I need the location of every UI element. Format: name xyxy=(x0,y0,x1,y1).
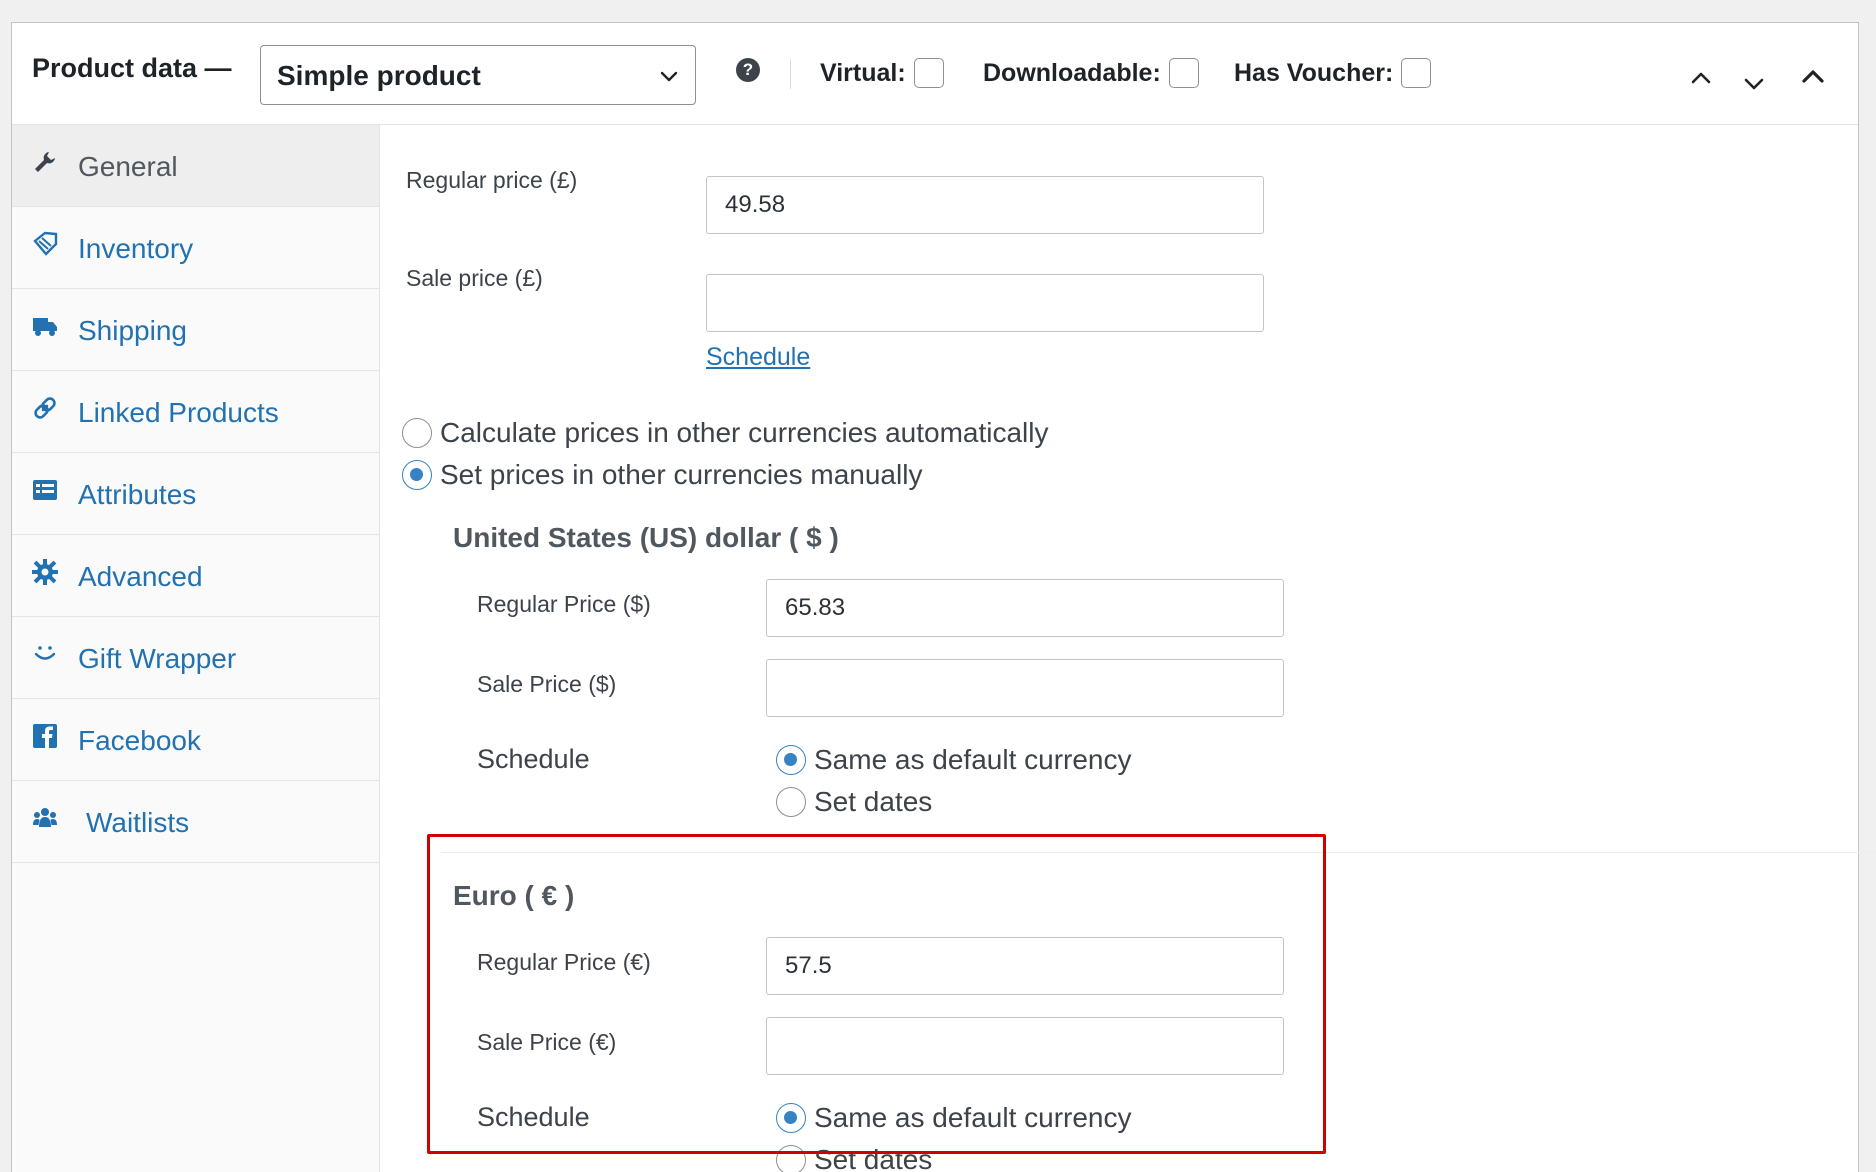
usd-schedule-same-option[interactable]: Same as default currency xyxy=(776,744,1132,776)
regular-price-input[interactable] xyxy=(706,176,1264,234)
wrench-icon xyxy=(35,152,55,172)
product-type-value: Simple product xyxy=(277,60,481,91)
currency-manual-radio[interactable] xyxy=(402,460,432,490)
general-panel: Regular price (£) Sale price (£) Schedul… xyxy=(381,125,1876,1172)
usd-regular-price-label: Regular Price ($) xyxy=(477,591,651,617)
downloadable-label: Downloadable: xyxy=(983,58,1161,87)
tab-label: Inventory xyxy=(78,233,194,264)
usd-sale-price-label: Sale Price ($) xyxy=(477,671,617,697)
users-icon xyxy=(33,808,57,827)
tab-label: Advanced xyxy=(78,561,203,592)
link-icon xyxy=(34,397,56,419)
truck-icon xyxy=(33,318,57,336)
tab-label: Facebook xyxy=(78,725,201,756)
usd-schedule-dates-label: Set dates xyxy=(814,786,933,817)
usd-section-title: United States (US) dollar ( $ ) xyxy=(453,522,839,553)
collapse-arrow-icon[interactable] xyxy=(1798,61,1828,91)
section-divider xyxy=(441,852,1876,853)
tab-label: Shipping xyxy=(78,315,187,346)
usd-sale-price-input[interactable] xyxy=(766,659,1284,717)
eur-schedule-dates-radio[interactable] xyxy=(776,1145,806,1172)
tab-advanced[interactable]: Advanced xyxy=(12,535,379,617)
sale-price-input[interactable] xyxy=(706,274,1264,332)
tab-inventory[interactable]: Inventory xyxy=(12,207,379,289)
eur-regular-price-label: Regular Price (€) xyxy=(477,949,651,975)
tab-label: Linked Products xyxy=(78,397,279,428)
usd-schedule-label: Schedule xyxy=(477,744,590,774)
eur-schedule-dates-option[interactable]: Set dates xyxy=(776,1144,932,1172)
downloadable-checkbox-row[interactable]: Downloadable: xyxy=(983,58,1199,88)
eur-schedule-same-radio[interactable] xyxy=(776,1103,806,1133)
chevron-up-icon[interactable] xyxy=(1686,63,1716,93)
usd-schedule-dates-option[interactable]: Set dates xyxy=(776,786,932,818)
tab-linked-products[interactable]: Linked Products xyxy=(12,371,379,453)
tab-label: Waitlists xyxy=(86,807,190,838)
eur-regular-price-input[interactable] xyxy=(766,937,1284,995)
regular-price-label: Regular price (£) xyxy=(406,167,578,193)
tab-general[interactable]: General xyxy=(12,125,379,207)
usd-regular-price-input[interactable] xyxy=(766,579,1284,637)
eur-schedule-label: Schedule xyxy=(477,1102,590,1132)
currency-manual-label: Set prices in other currencies manually xyxy=(440,459,923,490)
usd-schedule-same-label: Same as default currency xyxy=(814,744,1132,775)
tab-facebook[interactable]: Facebook xyxy=(12,699,379,781)
currency-auto-option[interactable]: Calculate prices in other currencies aut… xyxy=(402,417,1049,449)
virtual-checkbox[interactable] xyxy=(913,58,944,88)
currency-manual-option[interactable]: Set prices in other currencies manually xyxy=(402,459,922,491)
smile-icon xyxy=(34,646,56,660)
downloadable-checkbox[interactable] xyxy=(1168,58,1199,88)
tab-attributes[interactable]: Attributes xyxy=(12,453,379,535)
tag-icon xyxy=(33,231,58,256)
tab-shipping[interactable]: Shipping xyxy=(12,289,379,371)
gear-icon xyxy=(32,559,58,585)
question-circle-icon[interactable]: ? xyxy=(736,58,760,82)
product-data-panel: Product data — Simple product ? Virtual:… xyxy=(11,22,1876,1172)
product-type-select[interactable]: Simple product xyxy=(260,45,696,105)
eur-schedule-dates-label: Set dates xyxy=(814,1144,933,1172)
virtual-checkbox-row[interactable]: Virtual: xyxy=(820,58,944,88)
tab-waitlists[interactable]: Waitlists xyxy=(12,781,379,863)
has-voucher-checkbox-row[interactable]: Has Voucher: xyxy=(1234,58,1432,88)
tab-label: General xyxy=(78,151,178,182)
has-voucher-label: Has Voucher: xyxy=(1234,58,1394,87)
tab-label: Attributes xyxy=(78,479,197,510)
header-divider xyxy=(790,59,791,89)
eur-section-title: Euro ( € ) xyxy=(453,880,575,911)
eur-sale-price-label: Sale Price (€) xyxy=(477,1029,617,1055)
panel-title: Product data — xyxy=(32,53,232,83)
facebook-icon xyxy=(33,724,57,748)
tab-gift-wrapper[interactable]: Gift Wrapper xyxy=(12,617,379,699)
currency-auto-label: Calculate prices in other currencies aut… xyxy=(440,417,1049,448)
eur-schedule-same-option[interactable]: Same as default currency xyxy=(776,1102,1132,1134)
eur-sale-price-input[interactable] xyxy=(766,1017,1284,1075)
currency-auto-radio[interactable] xyxy=(402,418,432,448)
eur-schedule-same-label: Same as default currency xyxy=(814,1102,1132,1133)
usd-schedule-dates-radio[interactable] xyxy=(776,787,806,817)
tab-label: Gift Wrapper xyxy=(78,643,237,674)
usd-schedule-same-radio[interactable] xyxy=(776,745,806,775)
chevron-down-icon xyxy=(660,71,678,82)
product-data-tabs: General Inventory Shipping Linked Produc… xyxy=(12,125,380,1172)
list-icon xyxy=(33,480,57,500)
chevron-down-icon[interactable] xyxy=(1739,69,1769,99)
schedule-link[interactable]: Schedule xyxy=(706,343,810,372)
sale-price-label: Sale price (£) xyxy=(406,265,543,291)
virtual-label: Virtual: xyxy=(820,58,906,87)
panel-header: Product data — Simple product ? Virtual:… xyxy=(12,23,1858,125)
has-voucher-checkbox[interactable] xyxy=(1401,58,1432,88)
